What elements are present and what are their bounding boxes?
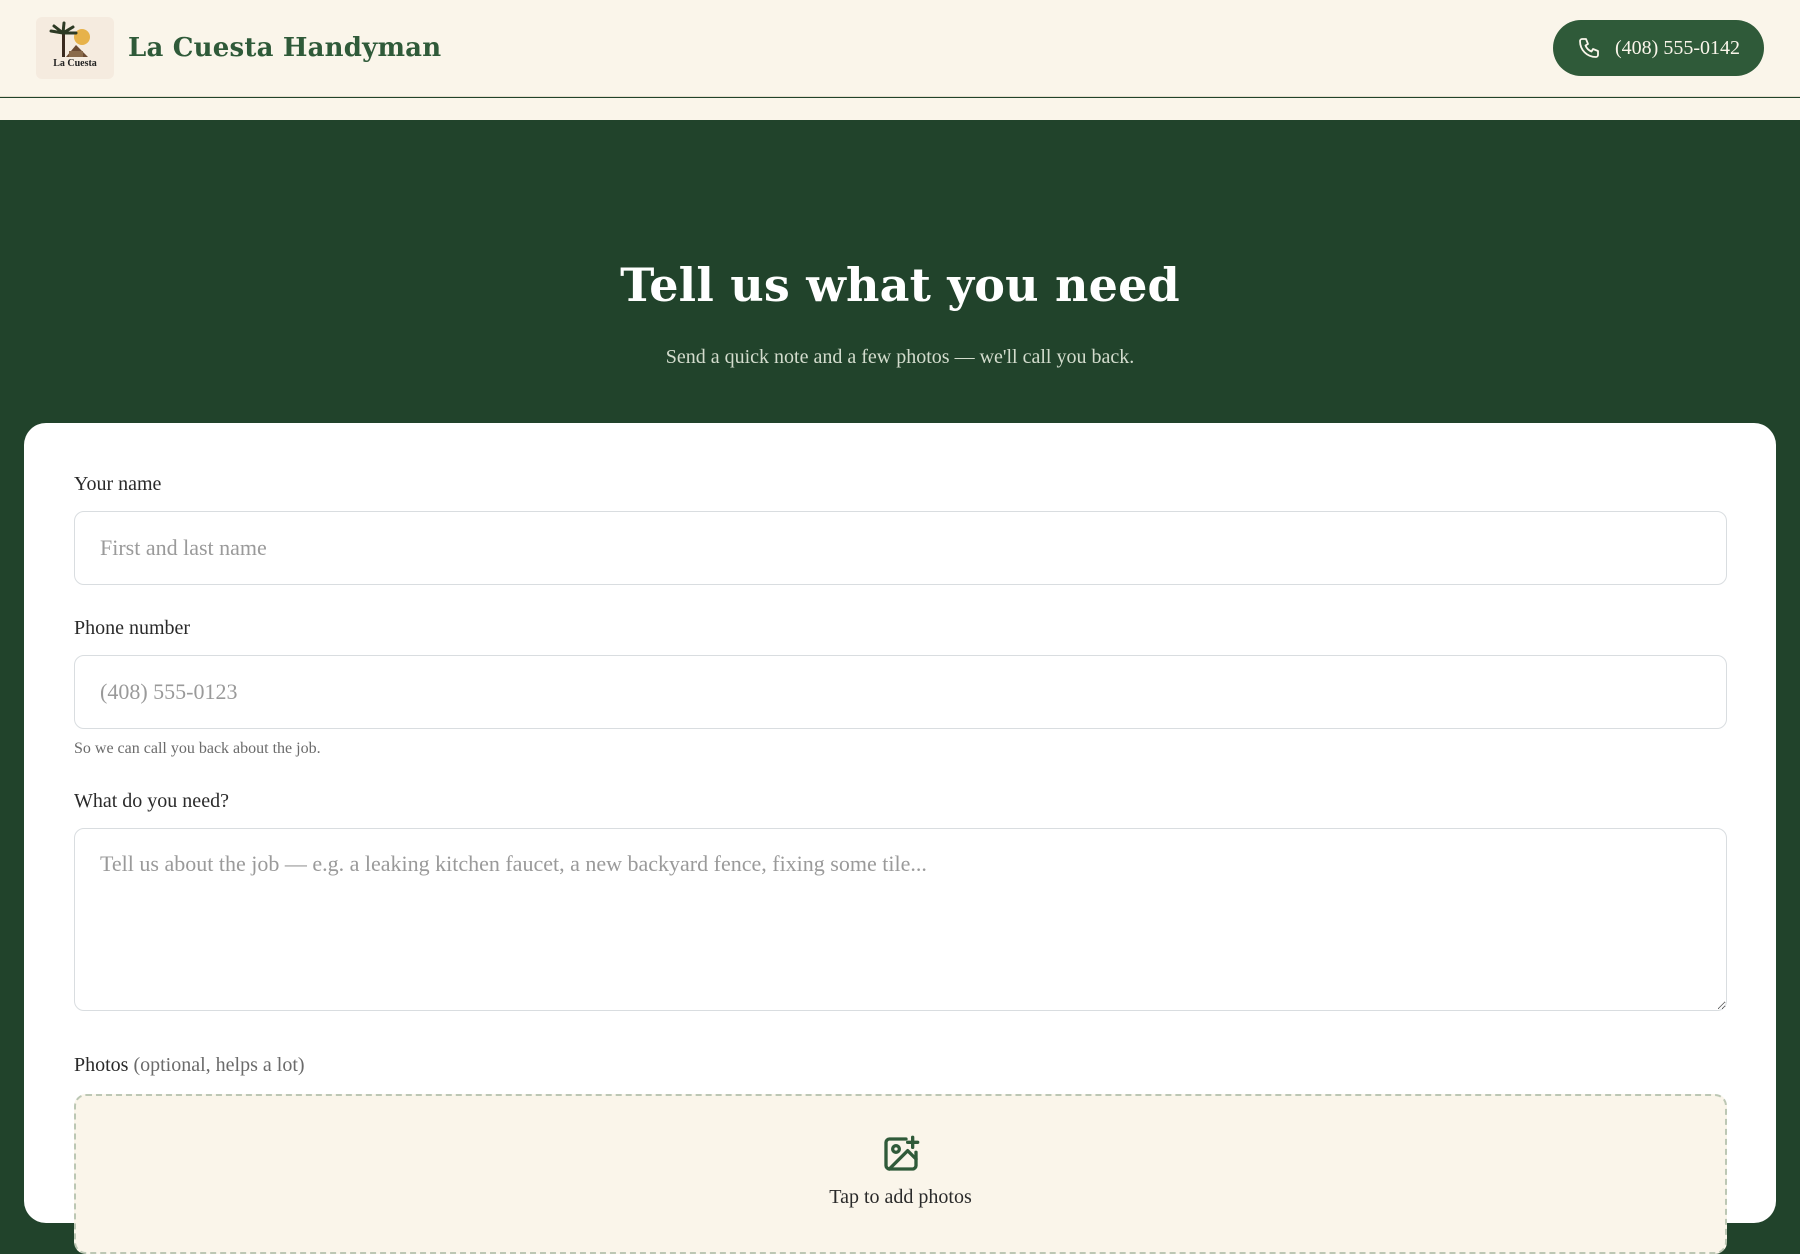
- palm-logo-icon: [49, 21, 90, 57]
- name-label: Your name: [74, 473, 162, 495]
- call-button-label: (408) 555-0142: [1615, 36, 1740, 59]
- brand[interactable]: La Cuesta La Cuesta Handyman: [36, 17, 441, 79]
- photo-upload-dropzone[interactable]: Tap to add photos: [74, 1094, 1727, 1254]
- page-title: Tell us what you need: [620, 258, 1180, 312]
- photos-label-text: Photos: [74, 1054, 129, 1076]
- name-input[interactable]: [74, 511, 1727, 585]
- photos-label-note: (optional, helps a lot): [133, 1054, 305, 1076]
- image-plus-icon: [883, 1135, 919, 1171]
- upload-text: Tap to add photos: [829, 1186, 972, 1208]
- header-divider-strip: [0, 98, 1800, 120]
- phone-icon: [1579, 38, 1599, 58]
- page-subtitle: Send a quick note and a few photos — we'…: [665, 346, 1135, 368]
- phone-hint: So we can call you back about the job.: [74, 740, 321, 757]
- phone-label: Phone number: [74, 617, 191, 639]
- brand-name: La Cuesta Handyman: [128, 33, 442, 63]
- brand-logo: La Cuesta: [36, 17, 114, 79]
- need-textarea[interactable]: [74, 828, 1727, 1011]
- call-button[interactable]: (408) 555-0142: [1553, 20, 1764, 76]
- site-header: La Cuesta La Cuesta Handyman (408) 555-0…: [0, 0, 1800, 97]
- logo-text: La Cuesta: [53, 58, 97, 69]
- photos-label: Photos (optional, helps a lot): [74, 1054, 305, 1077]
- request-form-card: Your name Phone number So we can call yo…: [24, 423, 1776, 1254]
- need-label: What do you need?: [74, 790, 229, 812]
- phone-input[interactable]: [74, 655, 1727, 729]
